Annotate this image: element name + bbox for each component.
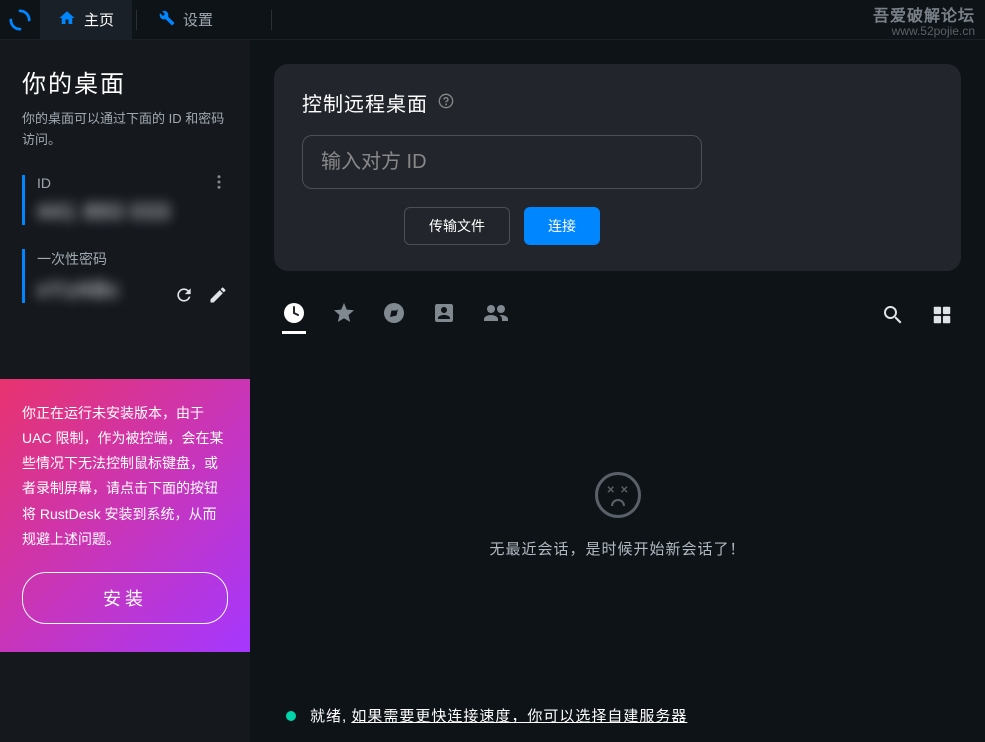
watermark-url: www.52pojie.cn bbox=[873, 24, 975, 38]
watermark-title: 吾爱破解论坛 bbox=[873, 8, 975, 25]
password-block: 一次性密码 xYzABc bbox=[0, 241, 250, 319]
status-link[interactable]: 如果需要更快连接速度，你可以选择自建服务器 bbox=[351, 708, 687, 725]
watermark: 吾爱破解论坛 www.52pojie.cn bbox=[873, 2, 975, 38]
empty-state: 无最近会话，是时候开始新会话了！ bbox=[250, 341, 985, 689]
your-desktop-title: 你的桌面 bbox=[22, 64, 228, 99]
empty-text: 无最近会话，是时候开始新会话了！ bbox=[489, 538, 745, 559]
id-block: ID 441 893 033 bbox=[0, 167, 250, 241]
grid-view-icon[interactable] bbox=[931, 304, 953, 331]
your-desktop-subtitle: 你的桌面可以通过下面的 ID 和密码访问。 bbox=[22, 109, 228, 151]
nav-separator bbox=[271, 10, 272, 30]
sad-face-icon bbox=[595, 472, 641, 518]
transfer-file-button[interactable]: 传输文件 bbox=[404, 207, 510, 245]
id-value: 441 893 033 bbox=[37, 199, 228, 225]
more-vertical-icon[interactable] bbox=[210, 173, 228, 191]
nav-tab-settings[interactable]: 设置 bbox=[141, 0, 231, 40]
remote-id-input[interactable] bbox=[302, 135, 702, 189]
search-icon[interactable] bbox=[881, 303, 905, 332]
remote-title: 控制远程桌面 bbox=[302, 88, 428, 117]
wrench-icon bbox=[159, 10, 175, 30]
tab-address-book-icon[interactable] bbox=[432, 301, 456, 334]
tab-recent-icon[interactable] bbox=[282, 301, 306, 334]
app-logo-icon bbox=[0, 0, 40, 40]
nav-tab-settings-label: 设置 bbox=[183, 9, 213, 30]
tab-group-icon[interactable] bbox=[482, 301, 510, 334]
tab-discovered-icon[interactable] bbox=[382, 301, 406, 334]
nav-tab-home[interactable]: 主页 bbox=[40, 0, 132, 40]
install-button[interactable]: 安装 bbox=[22, 572, 228, 624]
status-bar: 就绪, 如果需要更快连接速度，你可以选择自建服务器 bbox=[250, 689, 985, 742]
install-text: 你正在运行未安装版本，由于 UAC 限制，作为被控端，会在某些情况下无法控制鼠标… bbox=[22, 401, 228, 552]
nav-separator bbox=[136, 10, 137, 30]
remote-control-card: 控制远程桌面 传输文件 连接 bbox=[274, 64, 961, 271]
content-area: 控制远程桌面 传输文件 连接 bbox=[250, 40, 985, 742]
session-tabs bbox=[274, 295, 961, 341]
help-icon[interactable] bbox=[438, 93, 454, 113]
top-nav: 主页 设置 吾爱破解论坛 www.52pojie.cn bbox=[0, 0, 985, 40]
connect-button[interactable]: 连接 bbox=[524, 207, 600, 245]
install-banner: 你正在运行未安装版本，由于 UAC 限制，作为被控端，会在某些情况下无法控制鼠标… bbox=[0, 379, 250, 652]
sidebar-bottom-spacer bbox=[0, 652, 250, 742]
edit-icon[interactable] bbox=[208, 285, 228, 305]
refresh-icon[interactable] bbox=[174, 285, 194, 305]
password-label: 一次性密码 bbox=[37, 249, 228, 269]
status-ready: 就绪, bbox=[310, 708, 347, 725]
sidebar: 你的桌面 你的桌面可以通过下面的 ID 和密码访问。 ID 441 893 03… bbox=[0, 40, 250, 742]
nav-tab-home-label: 主页 bbox=[84, 9, 114, 30]
status-dot-icon bbox=[286, 711, 296, 721]
home-icon bbox=[58, 9, 76, 31]
id-label: ID bbox=[37, 175, 228, 191]
tab-favorites-icon[interactable] bbox=[332, 301, 356, 334]
